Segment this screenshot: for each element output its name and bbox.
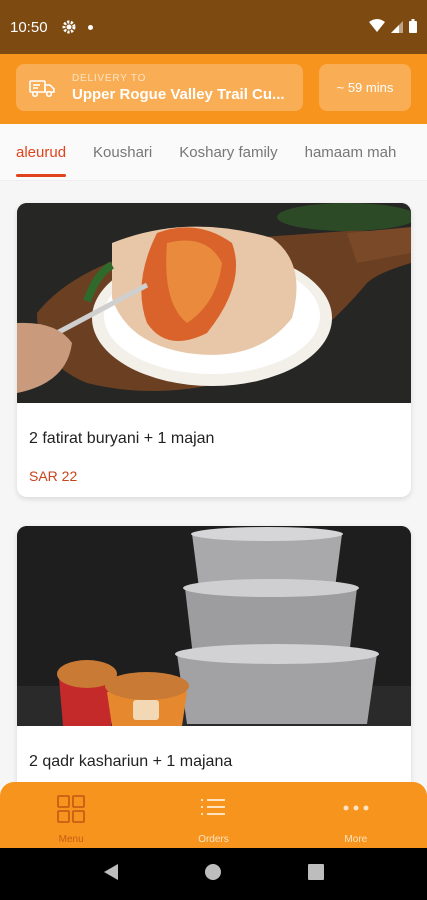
status-bar: 10:50 (0, 0, 427, 54)
menu-item-price: SAR 22 (29, 468, 78, 484)
tab-hamaam-mah[interactable]: hamaam mah (305, 124, 397, 180)
nav-menu-label: Menu (58, 834, 84, 845)
home-icon[interactable] (204, 863, 222, 885)
nav-menu[interactable]: Menu (0, 782, 142, 848)
menu-item-image (17, 203, 411, 403)
nav-orders-label: Orders (198, 834, 229, 845)
nav-more-label: More (344, 834, 368, 845)
menu-item-title: 2 fatirat buryani + 1 majan (29, 430, 215, 447)
grid-icon (56, 794, 86, 828)
signal-icon (391, 18, 403, 37)
delivery-label: DELIVERY TO (72, 72, 147, 84)
tab-koushari[interactable]: Koushari (93, 124, 152, 180)
system-navigation-bar (0, 848, 427, 900)
list-icon (198, 794, 228, 828)
header: DELIVERY TO Upper Rogue Valley Trail Cu.… (0, 54, 427, 124)
more-dots-icon (341, 794, 371, 828)
menu-item-card[interactable]: 2 qadr kashariun + 1 majana (17, 526, 411, 826)
settings-gear-icon (62, 20, 76, 34)
battery-icon (409, 18, 417, 37)
bottom-navigation: Menu Orders More (0, 782, 427, 848)
delivery-eta[interactable]: ~ 59 mins (319, 64, 411, 111)
delivery-address: Upper Rogue Valley Trail Cu... (72, 85, 285, 103)
category-tabs: aleurud Koushari Koshary family hamaam m… (0, 124, 427, 181)
back-icon[interactable] (103, 863, 119, 885)
menu-item-title: 2 qadr kashariun + 1 majana (29, 753, 233, 770)
wifi-icon (369, 18, 385, 37)
menu-item-image (17, 526, 411, 726)
menu-item-card[interactable]: 2 fatirat buryani + 1 majan SAR 22 (17, 203, 411, 497)
notification-dot-icon (87, 24, 93, 30)
tab-koshary-family[interactable]: Koshary family (179, 124, 277, 180)
delivery-truck-icon (28, 77, 56, 99)
delivery-address-selector[interactable]: DELIVERY TO Upper Rogue Valley Trail Cu.… (16, 64, 303, 111)
nav-more[interactable]: More (285, 782, 427, 848)
status-time: 10:50 (10, 18, 48, 36)
recents-icon[interactable] (308, 864, 325, 884)
nav-orders[interactable]: Orders (142, 782, 284, 848)
tab-aleurud[interactable]: aleurud (16, 124, 67, 180)
eta-text: ~ 59 mins (336, 80, 394, 95)
